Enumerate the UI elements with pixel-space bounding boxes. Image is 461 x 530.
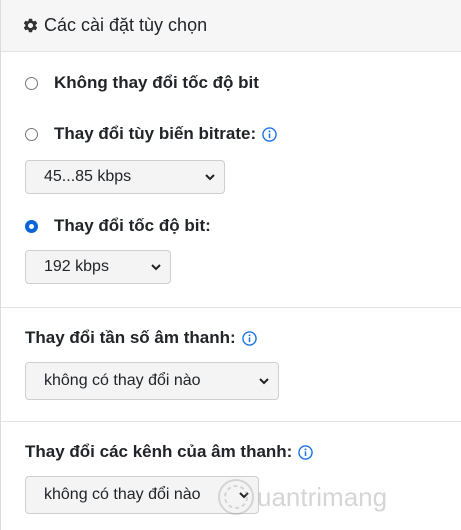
- watermark-text: uantrimang: [257, 482, 387, 512]
- sample-rate-label: Thay đổi tần số âm thanh:: [25, 328, 257, 348]
- divider: [1, 421, 461, 422]
- chevron-down-icon: [239, 492, 249, 499]
- panel-header: Các cài đặt tùy chọn: [1, 0, 461, 52]
- gear-icon: [23, 18, 38, 33]
- sample-rate-select-value: không có thay đổi nào: [44, 372, 201, 389]
- chevron-down-icon: [151, 264, 161, 271]
- channels-select-value: không có thay đổi nào: [44, 486, 201, 503]
- info-icon[interactable]: [262, 126, 277, 142]
- constant-bitrate-select[interactable]: 192 kbps: [25, 250, 171, 284]
- chevron-down-icon: [205, 174, 215, 181]
- info-icon[interactable]: [298, 444, 314, 460]
- channels-label-text: Thay đổi các kênh của âm thanh:: [25, 442, 293, 461]
- radio-label-variable-bitrate: Thay đổi tùy biến bitrate:: [54, 124, 257, 143]
- radio-constant-bitrate[interactable]: [25, 219, 38, 233]
- radio-label-constant-bitrate: Thay đổi tốc độ bit:: [54, 216, 211, 235]
- channels-select[interactable]: không có thay đổi nào: [25, 476, 259, 514]
- panel-title: Các cài đặt tùy chọn: [44, 15, 208, 35]
- chevron-down-icon: [259, 378, 269, 385]
- radio-row-no-change[interactable]: Không thay đổi tốc độ bit: [25, 71, 259, 95]
- radio-row-variable-bitrate[interactable]: Thay đổi tùy biến bitrate:: [25, 122, 277, 146]
- divider: [1, 307, 461, 308]
- options-panel: Các cài đặt tùy chọn Không thay đổi tốc …: [0, 0, 461, 530]
- sample-rate-label-text: Thay đổi tần số âm thanh:: [25, 328, 236, 347]
- sample-rate-select[interactable]: không có thay đổi nào: [25, 362, 279, 400]
- variable-bitrate-select[interactable]: 45...85 kbps: [25, 160, 225, 194]
- constant-bitrate-select-value: 192 kbps: [44, 258, 109, 275]
- channels-label: Thay đổi các kênh của âm thanh:: [25, 442, 314, 462]
- radio-variable-bitrate[interactable]: [25, 127, 38, 141]
- info-icon[interactable]: [241, 330, 257, 346]
- radio-row-constant-bitrate[interactable]: Thay đổi tốc độ bit:: [25, 214, 211, 238]
- variable-bitrate-select-value: 45...85 kbps: [44, 168, 132, 185]
- radio-no-change[interactable]: [25, 76, 38, 90]
- radio-label-no-change: Không thay đổi tốc độ bit: [54, 73, 259, 92]
